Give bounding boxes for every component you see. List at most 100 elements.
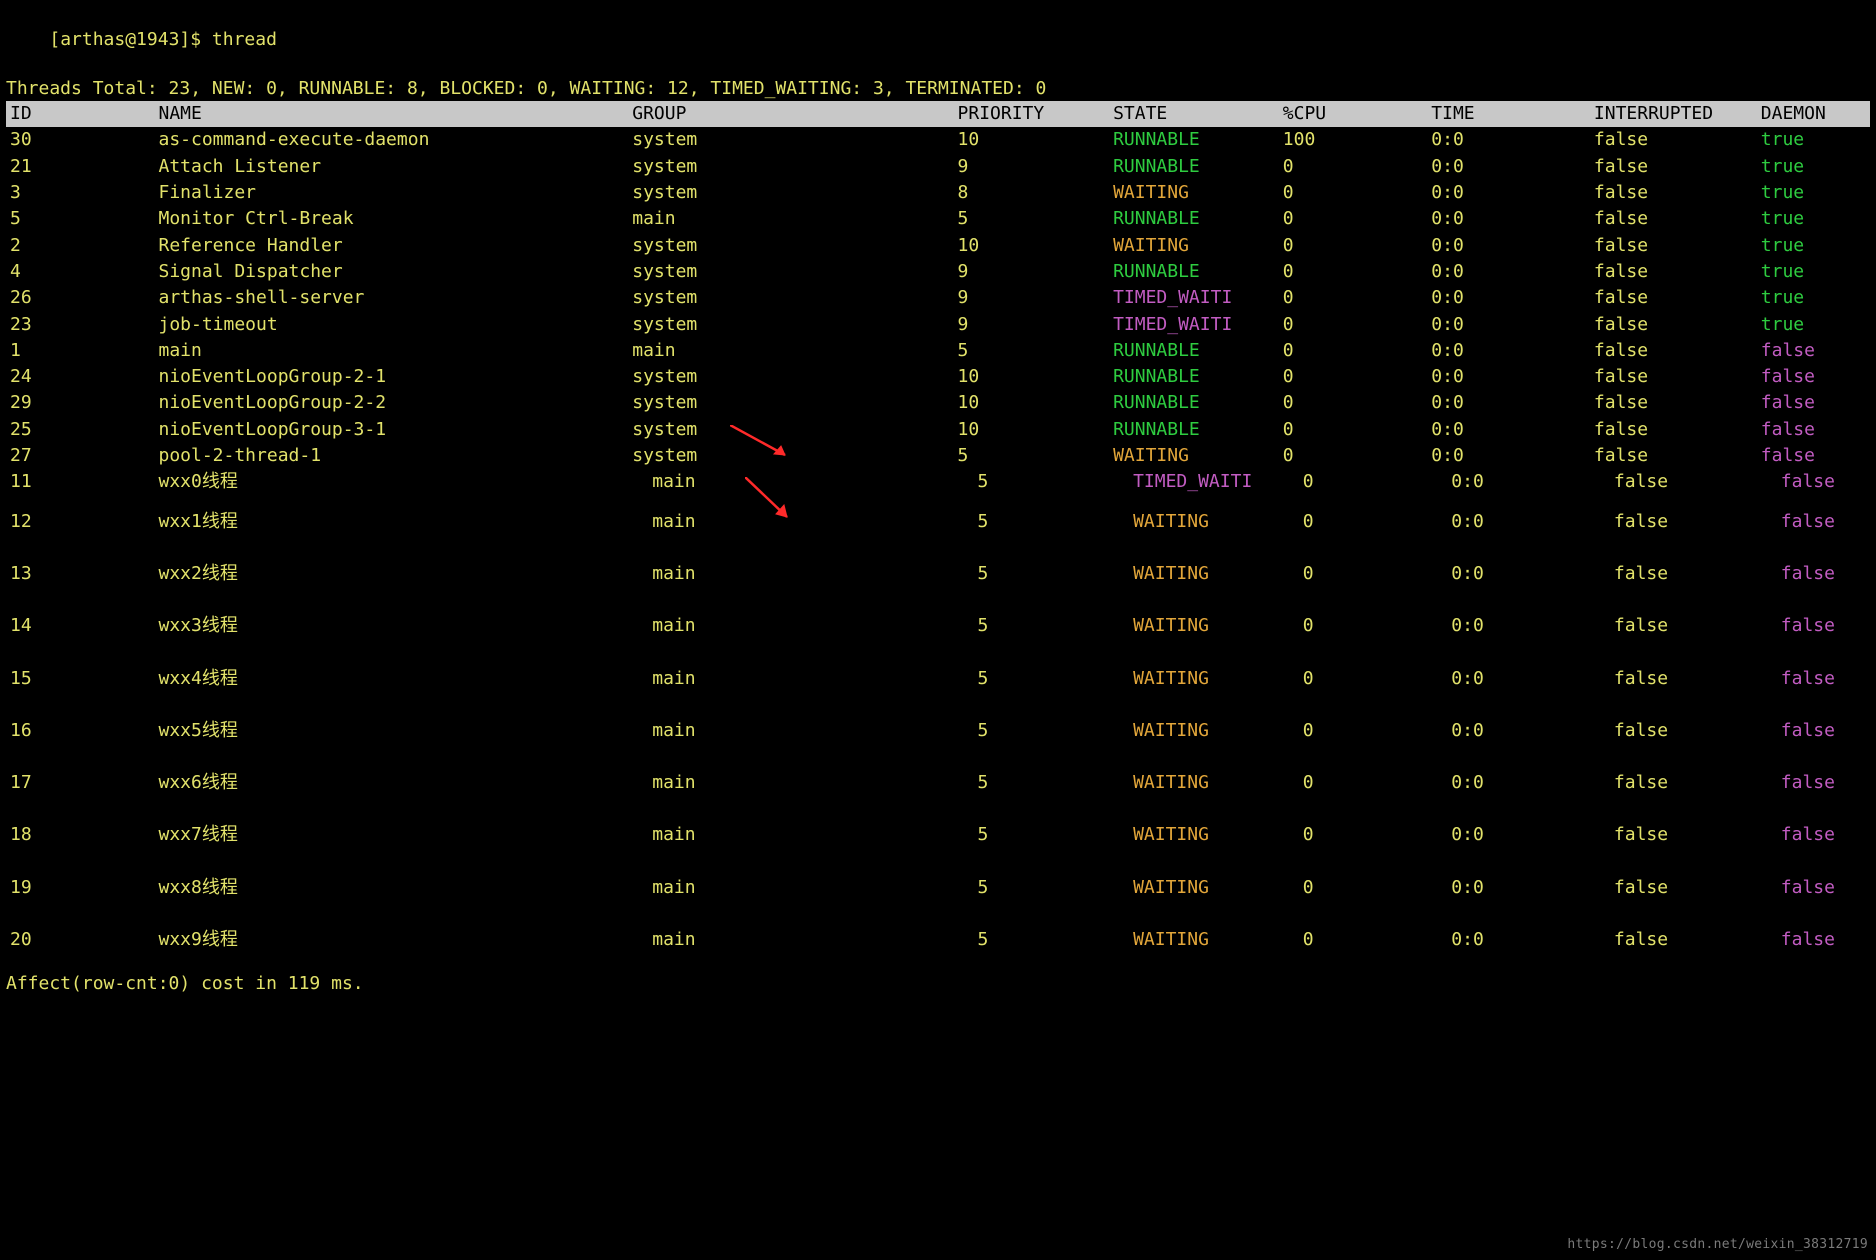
table-row: 14 wxx3线程 main 5 WAITING 0 0:0 false fal… bbox=[6, 600, 1870, 652]
cell-cpu: 100 bbox=[1279, 127, 1427, 153]
cell-priority: 5 bbox=[954, 757, 1110, 809]
cell-daemon: false bbox=[1757, 390, 1870, 416]
cell-name: job-timeout bbox=[154, 312, 628, 338]
cell-name: arthas-shell-server bbox=[154, 285, 628, 311]
cell-time: 0:0 bbox=[1427, 206, 1590, 232]
cell-group: system bbox=[628, 364, 953, 390]
table-row: 30 as-command-execute-daemon system 10 R… bbox=[6, 127, 1870, 153]
cell-priority: 10 bbox=[954, 390, 1110, 416]
cell-daemon: true bbox=[1757, 180, 1870, 206]
cell-priority: 9 bbox=[954, 259, 1110, 285]
cell-id: 19 bbox=[6, 862, 154, 914]
cell-cpu: 0 bbox=[1279, 443, 1427, 469]
cell-time: 0:0 bbox=[1427, 653, 1590, 705]
cell-daemon: true bbox=[1757, 127, 1870, 153]
cell-daemon: true bbox=[1757, 206, 1870, 232]
cell-state: RUNNABLE bbox=[1109, 127, 1279, 153]
cell-priority: 5 bbox=[954, 206, 1110, 232]
cell-priority: 5 bbox=[954, 653, 1110, 705]
cell-priority: 5 bbox=[954, 496, 1110, 548]
cell-cpu: 0 bbox=[1279, 600, 1427, 652]
table-row: 5 Monitor Ctrl-Break main 5 RUNNABLE 0 0… bbox=[6, 206, 1870, 232]
cell-cpu: 0 bbox=[1279, 285, 1427, 311]
col-id: ID bbox=[6, 101, 154, 127]
cell-group: system bbox=[628, 154, 953, 180]
cell-id: 30 bbox=[6, 127, 154, 153]
cell-daemon: true bbox=[1757, 259, 1870, 285]
cell-priority: 9 bbox=[954, 285, 1110, 311]
cell-cpu: 0 bbox=[1279, 259, 1427, 285]
cell-time: 0:0 bbox=[1427, 600, 1590, 652]
cell-interrupted: false bbox=[1590, 653, 1757, 705]
cell-cpu: 0 bbox=[1279, 548, 1427, 600]
terminal-window[interactable]: [arthas@1943]$ thread Threads Total: 23,… bbox=[0, 0, 1876, 1007]
cell-group: main bbox=[628, 600, 953, 652]
col-state: STATE bbox=[1109, 101, 1279, 127]
cell-id: 24 bbox=[6, 364, 154, 390]
table-row: 29 nioEventLoopGroup-2-2 system 10 RUNNA… bbox=[6, 390, 1870, 416]
cell-daemon: false bbox=[1757, 809, 1870, 861]
cell-time: 0:0 bbox=[1427, 496, 1590, 548]
cell-priority: 10 bbox=[954, 417, 1110, 443]
cell-interrupted: false bbox=[1590, 312, 1757, 338]
cell-priority: 5 bbox=[954, 914, 1110, 966]
cell-name: wxx0线程 bbox=[154, 469, 628, 495]
threads-table: ID NAME GROUP PRIORITY STATE %CPU TIME I… bbox=[6, 101, 1870, 966]
col-priority: PRIORITY bbox=[954, 101, 1110, 127]
table-row: 19 wxx8线程 main 5 WAITING 0 0:0 false fal… bbox=[6, 862, 1870, 914]
cell-group: main bbox=[628, 338, 953, 364]
cell-cpu: 0 bbox=[1279, 757, 1427, 809]
cell-daemon: false bbox=[1757, 364, 1870, 390]
cell-state: RUNNABLE bbox=[1109, 259, 1279, 285]
table-row: 15 wxx4线程 main 5 WAITING 0 0:0 false fal… bbox=[6, 653, 1870, 705]
table-row: 16 wxx5线程 main 5 WAITING 0 0:0 false fal… bbox=[6, 705, 1870, 757]
cell-priority: 5 bbox=[954, 548, 1110, 600]
cell-cpu: 0 bbox=[1279, 312, 1427, 338]
cell-state: TIMED_WAITI bbox=[1109, 285, 1279, 311]
cell-state: RUNNABLE bbox=[1109, 338, 1279, 364]
cell-interrupted: false bbox=[1590, 127, 1757, 153]
cell-time: 0:0 bbox=[1427, 443, 1590, 469]
cell-time: 0:0 bbox=[1427, 154, 1590, 180]
cell-interrupted: false bbox=[1590, 154, 1757, 180]
cell-priority: 5 bbox=[954, 705, 1110, 757]
cell-time: 0:0 bbox=[1427, 548, 1590, 600]
cell-daemon: false bbox=[1757, 548, 1870, 600]
cell-daemon: false bbox=[1757, 757, 1870, 809]
table-row: 25 nioEventLoopGroup-3-1 system 10 RUNNA… bbox=[6, 417, 1870, 443]
cell-cpu: 0 bbox=[1279, 180, 1427, 206]
cell-state: TIMED_WAITI bbox=[1109, 469, 1279, 495]
cell-group: main bbox=[628, 206, 953, 232]
affect-footer: Affect(row-cnt:0) cost in 119 ms. bbox=[6, 972, 1870, 996]
cell-interrupted: false bbox=[1590, 757, 1757, 809]
cell-cpu: 0 bbox=[1279, 390, 1427, 416]
cell-interrupted: false bbox=[1590, 233, 1757, 259]
annotation-arrow-icon bbox=[745, 477, 805, 527]
cell-state: WAITING bbox=[1109, 496, 1279, 548]
cell-priority: 10 bbox=[954, 127, 1110, 153]
cell-cpu: 0 bbox=[1279, 233, 1427, 259]
table-row: 24 nioEventLoopGroup-2-1 system 10 RUNNA… bbox=[6, 364, 1870, 390]
cell-id: 11 bbox=[6, 469, 154, 495]
cell-time: 0:0 bbox=[1427, 469, 1590, 495]
cell-priority: 5 bbox=[954, 469, 1110, 495]
cell-time: 0:0 bbox=[1427, 312, 1590, 338]
cell-daemon: false bbox=[1757, 417, 1870, 443]
table-row: 20 wxx9线程 main 5 WAITING 0 0:0 false fal… bbox=[6, 914, 1870, 966]
cell-cpu: 0 bbox=[1279, 417, 1427, 443]
table-row: 3 Finalizer system 8 WAITING 0 0:0 false… bbox=[6, 180, 1870, 206]
cell-daemon: false bbox=[1757, 469, 1870, 495]
cell-priority: 9 bbox=[954, 312, 1110, 338]
cell-daemon: false bbox=[1757, 443, 1870, 469]
cell-name: Signal Dispatcher bbox=[154, 259, 628, 285]
cell-id: 12 bbox=[6, 496, 154, 548]
cell-id: 5 bbox=[6, 206, 154, 232]
table-row: 21 Attach Listener system 9 RUNNABLE 0 0… bbox=[6, 154, 1870, 180]
cell-state: RUNNABLE bbox=[1109, 364, 1279, 390]
col-daemon: DAEMON bbox=[1757, 101, 1870, 127]
cell-state: TIMED_WAITI bbox=[1109, 312, 1279, 338]
cell-group: main bbox=[628, 914, 953, 966]
cell-interrupted: false bbox=[1590, 548, 1757, 600]
cell-interrupted: false bbox=[1590, 809, 1757, 861]
cell-state: WAITING bbox=[1109, 705, 1279, 757]
